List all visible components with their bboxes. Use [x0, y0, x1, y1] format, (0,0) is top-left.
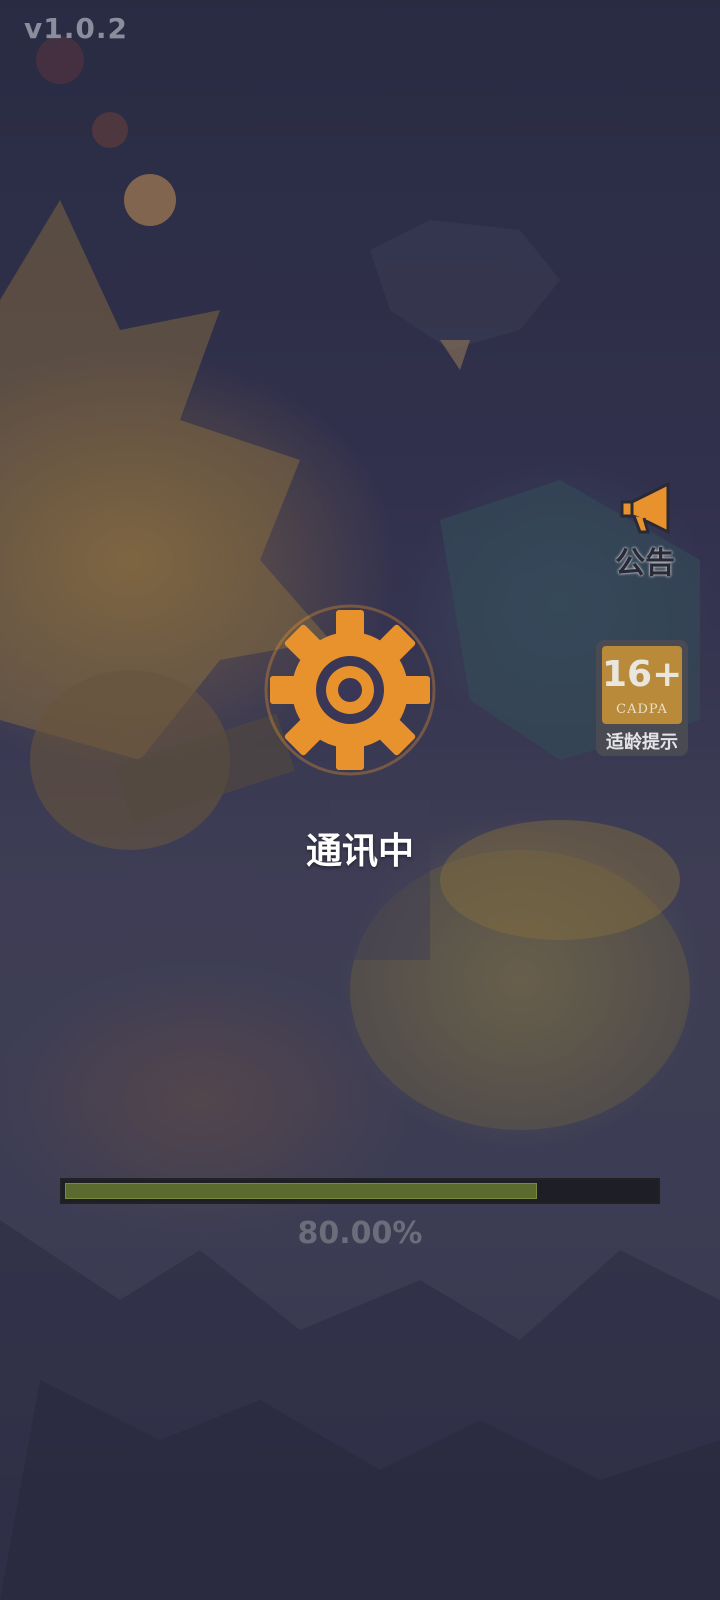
- age-rating-panel: 16+ CADPA: [602, 646, 682, 724]
- gear-icon: [264, 604, 436, 776]
- notice-button[interactable]: 公告: [600, 480, 690, 590]
- progress-bar-fill: [65, 1183, 537, 1199]
- megaphone-icon: [620, 481, 670, 535]
- progress-bar: [60, 1178, 660, 1204]
- loading-spinner: [260, 600, 440, 780]
- notice-label: 公告: [615, 546, 675, 581]
- loading-status-text: 通讯中: [305, 831, 414, 872]
- dim-overlay: [0, 0, 720, 1600]
- age-rating-value: 16+: [602, 654, 683, 695]
- progress-percentage: 80.00%: [297, 1216, 423, 1251]
- age-rating-org: CADPA: [616, 702, 668, 717]
- age-rating-caption: 适龄提示: [606, 732, 678, 753]
- age-rating-badge[interactable]: 16+ CADPA 适龄提示: [596, 640, 688, 756]
- version-label: v1.0.2: [24, 12, 128, 45]
- loading-screen: v1.0.2 公告 16+ CADPA 适龄提示 通讯中 80.00%: [0, 0, 720, 1600]
